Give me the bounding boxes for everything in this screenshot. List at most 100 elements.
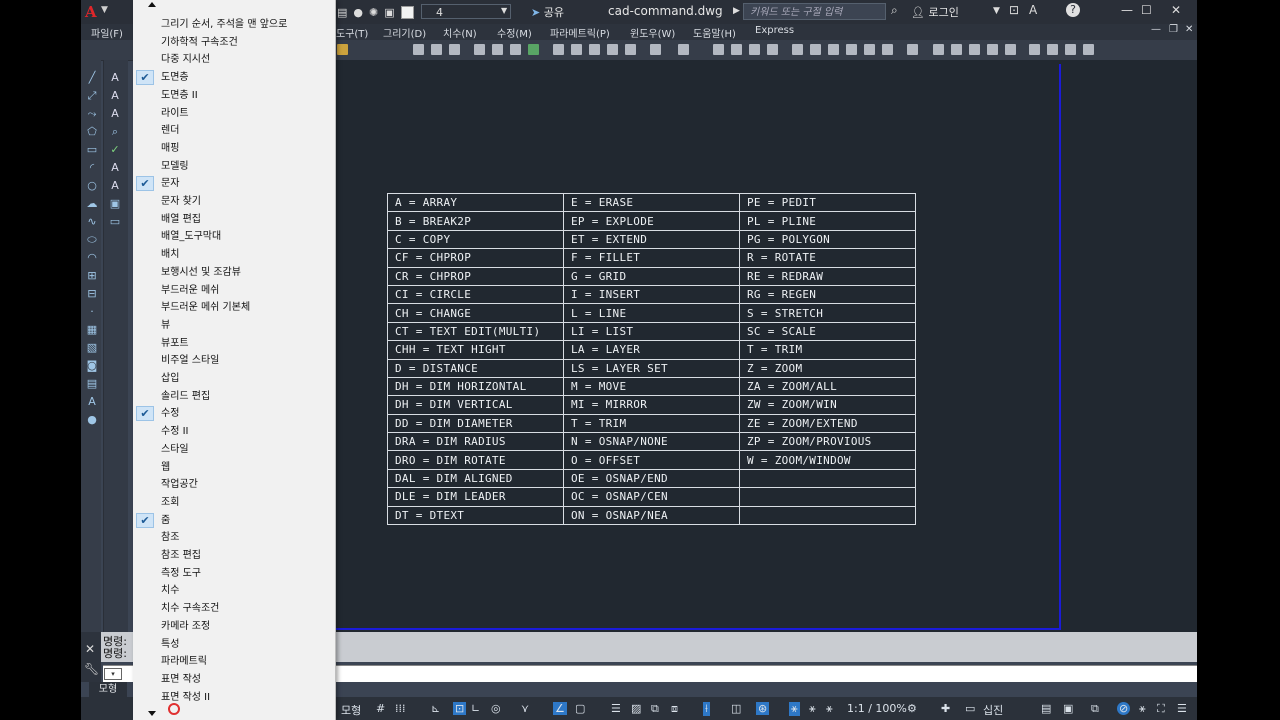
web-publish-icon[interactable] [528,44,539,55]
convert-space-icon[interactable]: ▭ [109,216,121,228]
clean-screen-icon[interactable]: ⚹ [1139,702,1146,716]
dynamic-input-icon[interactable]: ⊡ [453,702,467,715]
close-command-window-icon[interactable]: ✕ [85,642,95,656]
toolbar-menu-item[interactable]: 삽입 [133,370,335,387]
toolbar-menu-item[interactable]: 렌더 [133,122,335,139]
command-prompt-icon[interactable]: ▾ [104,668,122,680]
print-preview-icon[interactable] [492,44,503,55]
auto-scale-icon[interactable]: ⚹ [809,702,816,716]
toolbar-menu-item[interactable]: ✔ 수정 [133,405,335,422]
toolbar-menu-item[interactable]: 치수 구속조건 [133,600,335,617]
toolbar-menu-item[interactable]: 조회 [133,494,335,511]
zoom-all-icon[interactable] [1065,44,1076,55]
toolbar-menu-item[interactable]: 라이트 [133,105,335,122]
scroll-down-icon[interactable] [148,711,156,716]
toolbar-menu-item[interactable]: 다중 지시선 [133,51,335,68]
customization-menu-icon[interactable]: ☰ [1177,702,1187,715]
make-block-icon[interactable]: ⊟ [86,288,98,300]
print-icon[interactable] [474,44,485,55]
toolbar-menu-item[interactable]: 카메라 조정 [133,618,335,635]
toolbar-menu-item[interactable]: 그리기 순서, 주석을 맨 앞으로 [133,16,335,33]
layer-state-icon[interactable] [337,44,348,55]
lock-ui-icon[interactable]: ▣ [1063,702,1073,715]
zoom-previous-icon[interactable] [767,44,778,55]
isolate-objects-icon[interactable]: ⧉ [1091,702,1099,716]
menu-express[interactable]: Express [755,25,794,36]
tool-palettes-icon[interactable] [828,44,839,55]
toolbar-menu-item[interactable]: 작업공간 [133,476,335,493]
cut-icon[interactable] [553,44,564,55]
help-icon[interactable]: ? [1066,3,1080,17]
maximize-icon[interactable]: ☐ [1141,3,1152,17]
drawing-canvas[interactable]: A = ARRAY E = ERASE PE = PEDIT B = BREAK2P E… [333,60,1197,632]
justify-text-icon[interactable]: ▣ [109,198,121,210]
search-expand-icon[interactable]: ▶ [733,6,740,16]
zoom-extents-2-icon[interactable] [1083,44,1094,55]
add-selected-icon[interactable]: ● [86,414,98,426]
toolbar-menu-item[interactable]: 매핑 [133,140,335,157]
toolbar-menu-item[interactable]: 뷰포트 [133,335,335,352]
toolbar-menu-item[interactable]: 보행시선 및 조감뷰 [133,264,335,281]
layer-dropdown-icon[interactable]: ▼ [501,6,507,15]
paste-icon[interactable] [589,44,600,55]
redo-icon[interactable] [678,44,689,55]
menu-dimension[interactable]: 치수(N) [443,25,477,40]
undo-icon[interactable] [650,44,661,55]
lightbulb-icon[interactable]: ● [353,6,363,19]
match-properties-icon[interactable] [607,44,618,55]
toolbar-menu-item[interactable]: 기하학적 구속조건 [133,34,335,51]
zoom-dynamic-icon[interactable] [951,44,962,55]
pan-icon[interactable] [713,44,724,55]
app-menu-caret-icon[interactable]: ▼ [101,5,108,15]
transparency-icon[interactable]: ▨ [631,702,641,715]
toolbar-menu-item[interactable]: 웹 [133,459,335,476]
polygon-icon[interactable]: ⬠ [86,126,98,138]
menu-help[interactable]: 도움말(H) [693,25,736,40]
toolbar-menu-item[interactable]: 치수 [133,582,335,599]
markup-icon[interactable] [864,44,875,55]
zoom-center-icon[interactable] [987,44,998,55]
units-label[interactable]: 십진 [983,702,1003,718]
annotation-scale-icon[interactable]: ⚹ [826,702,833,716]
scale-text-icon[interactable]: A [109,180,121,192]
close-icon[interactable]: ✕ [1171,3,1181,17]
share-button[interactable]: ➤ 공유 [531,4,564,20]
publish-icon[interactable] [510,44,521,55]
construction-line-icon[interactable]: ⤢ [86,90,98,102]
zoom-extents-icon[interactable] [933,44,944,55]
infer-constraints-icon[interactable]: ⊾ [431,702,440,715]
lineweight-icon[interactable]: ☰ [611,702,621,715]
new-icon[interactable] [413,44,424,55]
app-logo[interactable]: A [85,3,97,21]
zoom-scale-icon[interactable] [969,44,980,55]
dynamic-ucs-icon[interactable]: ⟊ [703,702,710,716]
doc-close-icon[interactable]: ✕ [1185,24,1193,35]
circle-icon[interactable]: ○ [86,180,98,192]
toolbar-menu-item[interactable]: 도면층 II [133,87,335,104]
toolbar-menu-item[interactable]: 솔리드 편집 [133,388,335,405]
toolbar-menu-item[interactable]: 측정 도구 [133,565,335,582]
line-icon[interactable]: ╱ [86,72,98,84]
grid-icon[interactable]: # [376,702,385,715]
customize-icon[interactable]: 🔧︎ [84,662,99,676]
text-icon[interactable]: A [109,72,121,84]
insert-block-icon[interactable]: ⊞ [86,270,98,282]
zoom-realtime-icon[interactable] [731,44,742,55]
workspace-gear-icon[interactable]: ⚙ [907,702,917,715]
toolbar-menu-item[interactable]: 부드러운 메쉬 [133,282,335,299]
toolbar-menu-item[interactable]: 참조 편집 [133,547,335,564]
sign-in-dropdown-icon[interactable]: ▼ [993,6,1000,16]
quick-properties-icon[interactable]: ▤ [1041,702,1051,715]
3d-osnap-icon[interactable]: ⧈ [671,702,678,716]
design-center-icon[interactable] [810,44,821,55]
object-snap-tracking-icon[interactable]: ∠ [553,702,567,715]
toolbar-menu-item[interactable]: ✔ 문자 [133,175,335,192]
text-style-icon[interactable]: A [109,162,121,174]
hardware-acceleration-icon[interactable]: ⊘ [1117,702,1131,715]
model-space-label[interactable]: 모형 [341,702,361,718]
toolbar-menu-item[interactable]: 파라메트릭 [133,653,335,670]
toolbar-menu-item[interactable]: 배치 [133,246,335,263]
snap-icon[interactable]: ⁞⁞⁞ [395,702,406,715]
menu-file[interactable]: 파일(F) [91,25,123,40]
region-icon[interactable]: ◙ [86,360,98,372]
